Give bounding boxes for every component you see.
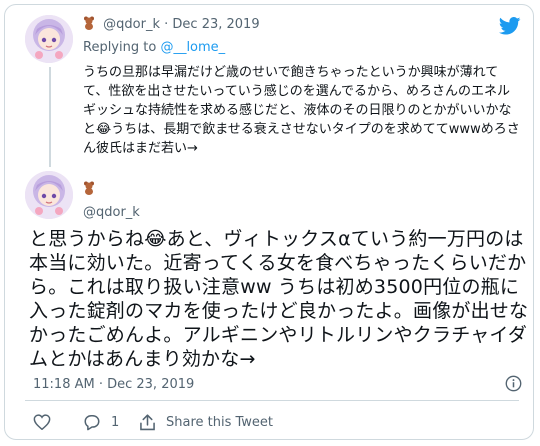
- main-tweet-header: @qdor_k: [83, 181, 140, 220]
- twitter-bird-icon[interactable]: [498, 17, 521, 39]
- reply-button[interactable]: 1: [83, 414, 119, 431]
- thread-connector: [49, 67, 51, 167]
- avatar[interactable]: [25, 171, 73, 219]
- tweet-card: @qdor_k · Dec 23, 2019 Replying to @__lo…: [4, 4, 534, 440]
- share-label: Share this Tweet: [166, 415, 274, 430]
- share-button[interactable]: Share this Tweet: [139, 414, 273, 431]
- parent-tweet-text: うちの旦那は早漏だけど歳のせいで飽きちゃったというか興味が薄れてて、性欲を出させ…: [83, 65, 520, 156]
- divider: [25, 400, 519, 401]
- separator: ·: [164, 17, 169, 32]
- replying-prefix: Replying to: [83, 40, 157, 55]
- main-tweet-text: と思うからね😂あと、ヴィトックスαていう約一万円のは本当に効いた。近寄ってくる女…: [29, 228, 529, 370]
- share-icon: [140, 414, 155, 431]
- info-icon[interactable]: [505, 375, 522, 396]
- author-handle[interactable]: @qdor_k: [83, 205, 140, 220]
- reply-icon: [84, 415, 100, 431]
- parent-tweet-header: @qdor_k · Dec 23, 2019: [83, 16, 260, 34]
- avatar[interactable]: [25, 15, 73, 63]
- heart-icon: [33, 414, 51, 430]
- tweet-timestamp[interactable]: 11:18 AM · Dec 23, 2019: [33, 377, 194, 392]
- bear-emoji-icon: [83, 16, 95, 34]
- bear-emoji-icon: [83, 181, 95, 199]
- reply-count: 1: [111, 415, 120, 430]
- replying-to: Replying to @__lome_: [83, 40, 225, 55]
- author-handle[interactable]: @qdor_k: [103, 17, 160, 32]
- tweet-date[interactable]: Dec 23, 2019: [172, 17, 259, 32]
- mention-link[interactable]: @__lome_: [160, 40, 225, 55]
- like-button[interactable]: [33, 414, 51, 430]
